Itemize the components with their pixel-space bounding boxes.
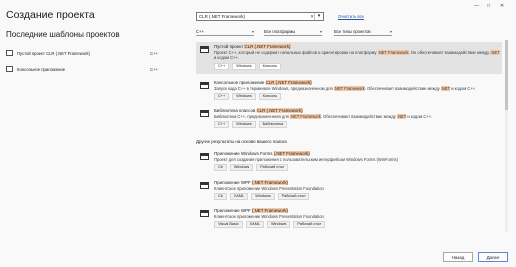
- template-card-clr-library[interactable]: Библиотека классов CLR (.NET Framework) …: [196, 106, 502, 134]
- tag: C++: [214, 121, 230, 129]
- back-button[interactable]: Назад: [443, 252, 473, 262]
- recent-item-label: Пустой проект CLR (.NET Framework): [17, 50, 90, 56]
- tag: Windows: [232, 121, 256, 129]
- template-icon: [200, 82, 209, 89]
- tag: Консоль: [258, 62, 282, 70]
- scrollbar[interactable]: [505, 40, 508, 232]
- recent-item-clr-empty[interactable]: Пустой проект CLR (.NET Framework) C++: [6, 50, 166, 56]
- platform-filter[interactable]: Все платформы ▾: [264, 28, 322, 36]
- template-description: Проект С++, который не содержит начальны…: [214, 49, 500, 61]
- search-input[interactable]: CLR (.NET Framework) ✕ ▾: [196, 12, 324, 21]
- minimize-button[interactable]: —: [474, 3, 479, 9]
- recent-item-console[interactable]: Консольное приложение C++: [6, 66, 166, 72]
- project-type-filter-value: Все типы проектов: [334, 29, 371, 34]
- project-type-filter[interactable]: Все типы проектов ▾: [334, 28, 392, 36]
- tag: Консоль: [258, 93, 282, 101]
- template-description: Клиентское приложение Windows Presentati…: [214, 213, 324, 219]
- tag: XAML: [245, 221, 264, 229]
- other-results-heading: Другие результаты на основе вашего поиск…: [196, 139, 287, 144]
- template-card-winforms[interactable]: Приложение Windows Forms (.NET Framework…: [196, 149, 502, 175]
- language-filter[interactable]: C++ ▾: [196, 28, 254, 36]
- project-icon: [6, 66, 13, 72]
- recent-item-label: Консольное приложение: [17, 66, 66, 72]
- tag: Рабочий стол: [256, 164, 289, 172]
- template-icon: [200, 182, 209, 189]
- template-card-wpf-csharp[interactable]: Приложение WPF (.NET Framework) Клиентск…: [196, 178, 502, 204]
- tag: Рабочий стол: [293, 221, 326, 229]
- tag: Библиотека: [258, 121, 288, 129]
- chevron-down-icon: ▾: [319, 29, 322, 34]
- tag: C#: [214, 193, 227, 201]
- scrollbar-thumb[interactable]: [505, 40, 508, 110]
- search-value: CLR (.NET Framework): [199, 14, 246, 19]
- tag: Windows: [266, 221, 291, 229]
- tag: Windows: [232, 62, 256, 70]
- template-card-wpf-vb[interactable]: Приложение WPF (.NET Framework) Клиентск…: [196, 206, 502, 232]
- close-button[interactable]: ✕: [500, 3, 504, 9]
- template-icon: [200, 46, 209, 53]
- clear-all-link[interactable]: Очистить все: [338, 14, 364, 19]
- template-icon: [200, 210, 209, 217]
- project-icon: [6, 50, 13, 56]
- tag: C++: [214, 93, 230, 101]
- tag: Windows: [251, 193, 275, 201]
- tag: Windows: [229, 164, 254, 172]
- tag: C#: [214, 164, 227, 172]
- tag: Visual Basic: [214, 221, 243, 229]
- template-icon: [200, 110, 209, 117]
- chevron-down-icon: ▾: [251, 29, 254, 34]
- platform-filter-value: Все платформы: [264, 29, 296, 34]
- tag: C++: [214, 62, 230, 70]
- template-card-clr-console[interactable]: Консольное приложение CLR (.NET Framewor…: [196, 78, 502, 106]
- template-list[interactable]: Пустой проект CLR (.NET Framework) Проек…: [196, 42, 502, 232]
- template-card-clr-empty[interactable]: Пустой проект CLR (.NET Framework) Проек…: [196, 42, 502, 74]
- recent-item-lang: C++: [150, 50, 158, 56]
- template-description: Проект для создания приложения с пользов…: [214, 156, 398, 162]
- page-title: Создание проекта: [6, 9, 95, 21]
- chevron-down-icon[interactable]: ▾: [314, 13, 323, 20]
- tag: Рабочий стол: [277, 193, 310, 201]
- next-button[interactable]: Далее: [478, 252, 508, 262]
- template-description: Библиотека C++, предназначенная для .NET…: [214, 113, 433, 119]
- template-description: Запуск кода C++ в терминале Windows, пре…: [214, 85, 477, 91]
- language-filter-value: C++: [196, 29, 204, 34]
- chevron-down-icon: ▾: [389, 29, 392, 34]
- template-icon: [200, 153, 209, 160]
- tag: Windows: [232, 93, 256, 101]
- recent-templates-heading: Последние шаблоны проектов: [6, 30, 120, 39]
- recent-item-lang: C++: [150, 66, 158, 72]
- template-description: Клиентское приложение Windows Presentati…: [214, 185, 324, 191]
- maximize-button[interactable]: □: [487, 3, 490, 9]
- tag: XAML: [229, 193, 249, 201]
